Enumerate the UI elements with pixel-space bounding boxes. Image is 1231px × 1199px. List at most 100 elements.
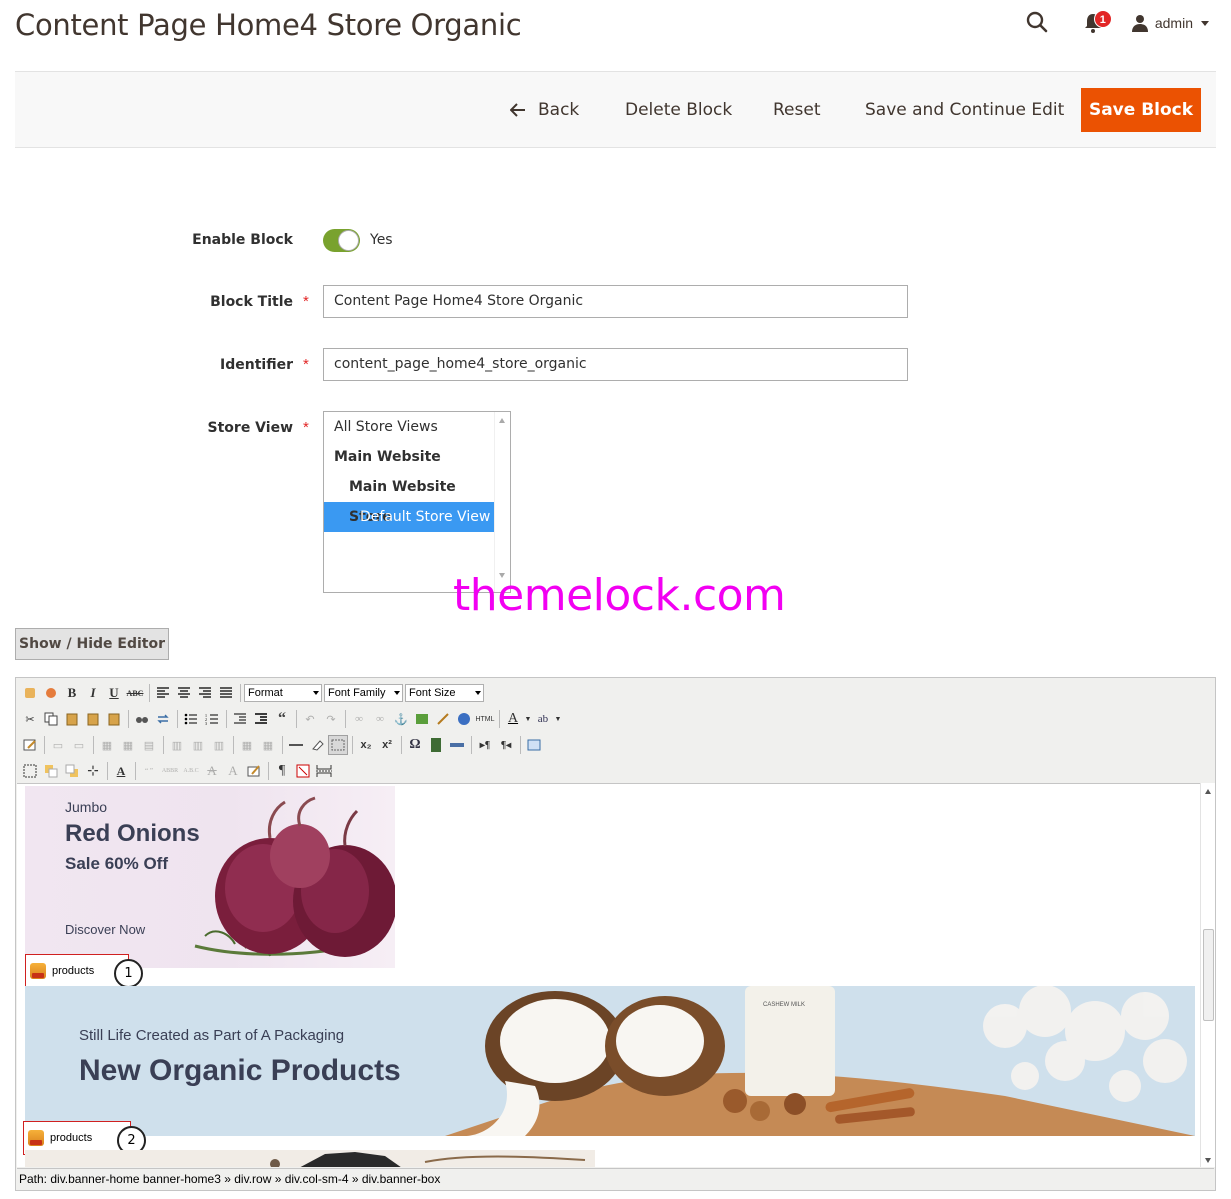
save-and-continue-button[interactable]: Save and Continue Edit [865,88,1064,132]
insertion-icon[interactable]: A [223,761,243,781]
numbered-list-icon[interactable]: 123 [202,709,222,729]
editor-content-area[interactable]: Jumbo Red Onions Sale 60% Off Discover N… [17,783,1200,1167]
align-right-icon[interactable] [195,683,215,703]
merge-cells-icon[interactable]: ▦ [258,735,278,755]
strikethrough-icon[interactable]: ABC [125,683,145,703]
col-after-icon[interactable]: ▥ [188,735,208,755]
superscript-icon[interactable]: x² [377,735,397,755]
toolbar-row-4: ⊹ A “ ” ABBR A.B.C A A ¶ [20,759,335,783]
organic-products-banner[interactable]: CASHEW MILK Still Life Created as Part o… [25,986,1195,1136]
text-color-icon[interactable]: A [503,709,523,729]
store-view-multiselect[interactable]: All Store Views Main Website Main Websit… [323,411,511,593]
bold-icon[interactable]: B [62,683,82,703]
anchor-icon[interactable]: ⚓ [391,709,411,729]
redo-icon[interactable]: ↷ [321,709,341,729]
rtl-icon[interactable]: ¶◂ [496,735,516,755]
subscript-icon[interactable]: x₂ [356,735,376,755]
find-icon[interactable] [132,709,152,729]
move-forward-icon[interactable] [41,761,61,781]
third-banner-partial[interactable] [25,1150,595,1167]
delete-col-icon[interactable]: ▥ [209,735,229,755]
font-size-select[interactable]: Font Size [405,684,484,702]
paste-word-icon[interactable] [104,709,124,729]
visual-aid-icon[interactable] [328,735,348,755]
background-color-icon[interactable]: ab [533,709,553,729]
enable-block-toggle[interactable] [323,229,360,252]
row-before-icon[interactable]: ▤ [139,735,159,755]
cleanup-icon[interactable] [433,709,453,729]
undo-icon[interactable]: ↶ [300,709,320,729]
save-block-button[interactable]: Save Block [1081,88,1201,132]
store-option-all[interactable]: All Store Views [324,412,494,442]
split-cells-icon[interactable]: ▦ [237,735,257,755]
col-before-icon[interactable]: ▥ [167,735,187,755]
abbreviation-icon[interactable]: ABBR [160,761,180,781]
show-blocks-icon[interactable]: ¶ [272,761,292,781]
insert-image-icon[interactable] [41,683,61,703]
identifier-input[interactable]: content_page_home4_store_organic [323,348,908,381]
indent-icon[interactable] [251,709,271,729]
fullscreen-icon[interactable] [524,735,544,755]
cite-icon[interactable]: “ ” [139,761,159,781]
delete-block-button[interactable]: Delete Block [625,88,732,132]
advanced-hr-icon[interactable] [447,735,467,755]
admin-user-menu[interactable]: admin [1131,14,1209,32]
editor-scrollbar[interactable] [1200,783,1215,1167]
move-backward-icon[interactable] [62,761,82,781]
search-icon[interactable] [1023,8,1053,38]
cell-props-icon[interactable]: ▦ [118,735,138,755]
non-breaking-icon[interactable] [293,761,313,781]
underline-icon[interactable]: U [104,683,124,703]
remove-format-icon[interactable] [307,735,327,755]
attributes-icon[interactable] [244,761,264,781]
paste-icon[interactable] [62,709,82,729]
edit-css-style-icon[interactable] [20,735,40,755]
absolute-position-icon[interactable]: ⊹ [83,761,103,781]
chevron-down-icon[interactable]: ▼ [554,709,562,729]
replace-icon[interactable] [153,709,173,729]
page-break-icon[interactable] [314,761,334,781]
reset-button[interactable]: Reset [773,88,821,132]
admin-username: admin [1154,15,1193,31]
show-hide-editor-button[interactable]: Show / Hide Editor [15,628,169,660]
notifications-bell-icon[interactable]: 1 [1079,8,1112,38]
cut-icon[interactable]: ✂ [20,709,40,729]
move-layer-icon[interactable]: ▭ [69,735,89,755]
horizontal-rule-icon[interactable] [286,735,306,755]
deletion-icon[interactable]: A [202,761,222,781]
copy-icon[interactable] [41,709,61,729]
store-option-main-website[interactable]: Main Website [324,442,494,472]
outdent-icon[interactable] [230,709,250,729]
media-icon[interactable] [426,735,446,755]
html-source-icon[interactable]: HTML [475,709,495,729]
back-button[interactable]: Back [510,88,579,132]
row-props-icon[interactable]: ▦ [97,735,117,755]
paste-text-icon[interactable] [83,709,103,729]
format-select[interactable]: Format [244,684,322,702]
chevron-down-icon[interactable]: ▼ [524,709,532,729]
insert-widget-icon[interactable] [20,683,40,703]
ltr-icon[interactable]: ▸¶ [475,735,495,755]
insert-layer-box-icon[interactable] [20,761,40,781]
font-family-select[interactable]: Font Family [324,684,403,702]
acronym-icon[interactable]: A.B.C [181,761,201,781]
unlink-icon[interactable]: ∞ [370,709,390,729]
link-icon[interactable]: ∞ [349,709,369,729]
store-option-main-website-store[interactable]: Main Website Store [324,472,494,525]
block-title-input[interactable]: Content Page Home4 Store Organic [323,285,908,318]
banner1-sale: Sale 60% Off [65,854,168,873]
image-icon[interactable] [412,709,432,729]
banner1-discover-link[interactable]: Discover Now [65,922,145,937]
special-char-icon[interactable]: Ω [405,735,425,755]
blockquote-icon[interactable]: “ [272,709,292,729]
bullet-list-icon[interactable] [181,709,201,729]
italic-icon[interactable]: I [83,683,103,703]
help-icon[interactable] [454,709,474,729]
style-props-icon[interactable]: A [111,761,131,781]
insert-layer-icon[interactable]: ▭ [48,735,68,755]
multiselect-scrollbar[interactable] [494,412,510,592]
red-onions-banner[interactable]: Jumbo Red Onions Sale 60% Off Discover N… [25,786,395,968]
align-justify-icon[interactable] [216,683,236,703]
align-left-icon[interactable] [153,683,173,703]
align-center-icon[interactable] [174,683,194,703]
